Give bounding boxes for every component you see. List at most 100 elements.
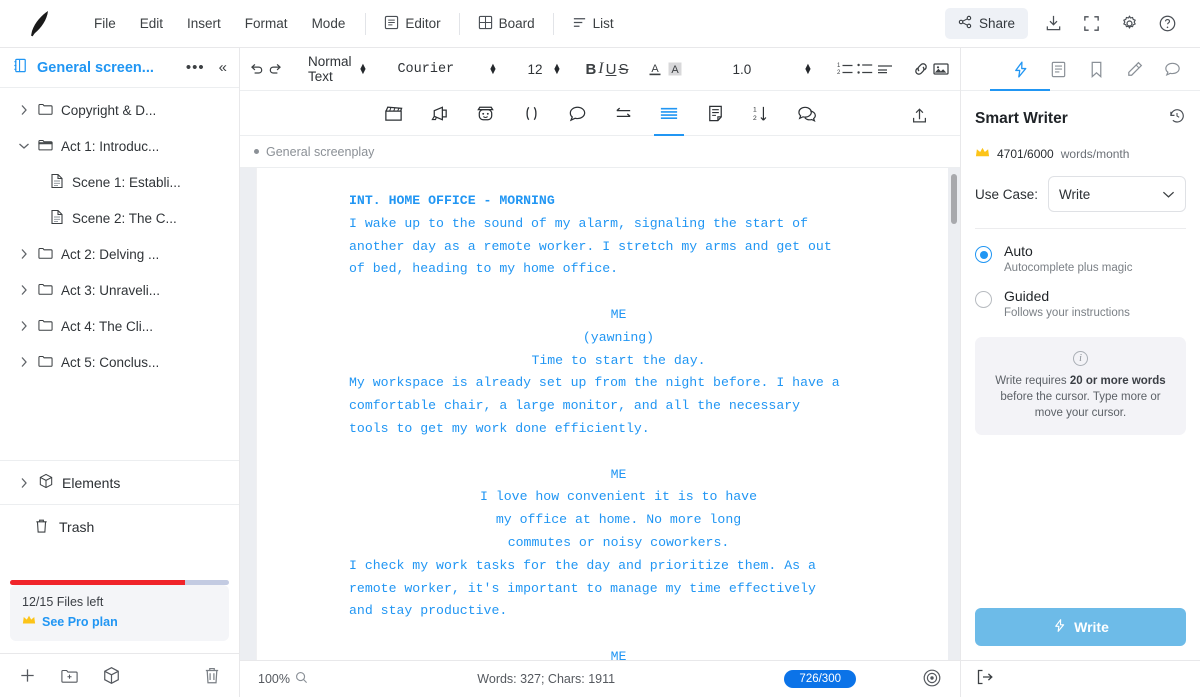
use-case-select[interactable]: Write — [1048, 176, 1186, 212]
mode-option-guided[interactable]: Guided Follows your instructions — [961, 274, 1200, 319]
right-panel-header: Smart Writer — [961, 91, 1200, 140]
sidebar-collapse-icon[interactable]: « — [217, 59, 229, 76]
numbered-list-icon[interactable]: 12 — [836, 54, 854, 84]
target-icon[interactable] — [922, 668, 942, 691]
underline-button[interactable]: U — [606, 54, 617, 84]
script-line: INT. HOME OFFICE - MORNING — [349, 190, 888, 213]
mode-option-auto[interactable]: Auto Autocomplete plus magic — [961, 229, 1200, 274]
add-file-icon[interactable] — [14, 663, 40, 689]
tree-item-act3[interactable]: Act 3: Unraveli... — [0, 272, 239, 308]
menu-insert[interactable]: Insert — [175, 10, 233, 37]
upload-icon[interactable] — [902, 98, 936, 132]
chevron-right-icon[interactable] — [18, 356, 30, 368]
parenthetical-icon[interactable] — [514, 96, 548, 130]
chevron-down-icon[interactable] — [18, 142, 30, 150]
script-line: My workspace is already set up from the … — [349, 372, 888, 395]
menu-edit[interactable]: Edit — [128, 10, 175, 37]
radio-auto[interactable] — [975, 246, 992, 263]
writing-goal-badge[interactable]: 726/300 — [784, 670, 856, 688]
transition-icon[interactable] — [606, 96, 640, 130]
script-line: my office at home. No more long — [349, 509, 888, 532]
comment-icon[interactable] — [790, 96, 824, 130]
tree-item-scene2[interactable]: Scene 2: The C... — [0, 200, 239, 236]
tree-item-act5[interactable]: Act 5: Conclus... — [0, 344, 239, 380]
smart-writer-tab[interactable] — [1004, 52, 1036, 86]
sidebar-item-trash[interactable]: Trash — [0, 505, 239, 549]
download-icon[interactable] — [1034, 7, 1072, 41]
tree-item-copyright[interactable]: Copyright & D... — [0, 92, 239, 128]
tree-label: Scene 1: Establi... — [72, 175, 181, 190]
cube-icon — [38, 473, 54, 492]
page-note-icon[interactable] — [698, 96, 732, 130]
see-pro-plan-link[interactable]: See Pro plan — [22, 614, 217, 629]
radio-guided[interactable] — [975, 291, 992, 308]
exit-icon[interactable] — [975, 667, 995, 692]
image-icon[interactable] — [932, 54, 950, 84]
highlight-icon[interactable]: A — [666, 54, 684, 84]
divider — [459, 13, 460, 35]
document-page[interactable]: INT. HOME OFFICE - MORNING I wake up to … — [256, 168, 948, 660]
chevron-right-icon[interactable] — [18, 248, 30, 260]
outline-tab[interactable] — [1042, 52, 1074, 86]
mode-auto-subtitle: Autocomplete plus magic — [1004, 262, 1132, 274]
chevron-right-icon[interactable] — [18, 477, 30, 489]
align-left-icon[interactable] — [876, 54, 894, 84]
add-folder-icon[interactable] — [56, 663, 82, 689]
chevron-right-icon[interactable] — [18, 284, 30, 296]
character-icon[interactable] — [468, 96, 502, 130]
dialogue-icon[interactable] — [560, 96, 594, 130]
font-family-select[interactable]: Courier ▲▼ — [391, 58, 503, 81]
chevron-right-icon[interactable] — [18, 320, 30, 332]
quill-logo[interactable] — [20, 7, 60, 41]
zoom-control[interactable]: 100% — [258, 671, 308, 687]
gear-icon[interactable] — [1110, 7, 1148, 41]
link-icon[interactable] — [912, 54, 930, 84]
notes-tab[interactable] — [1118, 52, 1150, 86]
mode-list-button[interactable]: List — [562, 10, 624, 38]
svg-text:1: 1 — [752, 106, 756, 113]
bookmarks-tab[interactable] — [1080, 52, 1112, 86]
general-text-icon[interactable] — [652, 96, 686, 130]
mode-list-label: List — [593, 16, 614, 31]
delete-icon[interactable] — [199, 663, 225, 689]
bullet-list-icon[interactable] — [856, 54, 874, 84]
tree-item-scene1[interactable]: Scene 1: Establi... — [0, 164, 239, 200]
sort-numeric-icon[interactable]: 12 — [744, 96, 778, 130]
redo-icon[interactable] — [267, 54, 284, 84]
scene-heading-icon[interactable] — [376, 96, 410, 130]
share-button[interactable]: Share — [945, 8, 1028, 39]
action-megaphone-icon[interactable] — [422, 96, 456, 130]
add-element-icon[interactable] — [98, 663, 124, 689]
document-tab-label[interactable]: General screenplay — [266, 145, 374, 159]
italic-button[interactable]: I — [598, 54, 603, 84]
chevron-right-icon[interactable] — [18, 104, 30, 116]
sidebar-item-elements[interactable]: Elements — [0, 460, 239, 505]
undo-icon[interactable] — [248, 54, 265, 84]
comments-tab[interactable] — [1156, 52, 1188, 86]
font-size-select[interactable]: 12 ▲▼ — [521, 58, 567, 81]
tree-item-act1[interactable]: Act 1: Introduc... — [0, 128, 239, 164]
scrollbar-thumb[interactable] — [951, 174, 957, 224]
help-icon[interactable] — [1148, 7, 1186, 41]
fullscreen-icon[interactable] — [1072, 7, 1110, 41]
tree-label: Copyright & D... — [61, 103, 156, 118]
svg-text:2: 2 — [837, 70, 841, 76]
line-spacing-select[interactable]: 1.0 ▲▼ — [726, 58, 818, 81]
menu-mode[interactable]: Mode — [300, 10, 358, 37]
strikethrough-button[interactable]: S — [618, 54, 628, 84]
menu-format[interactable]: Format — [233, 10, 300, 37]
tree-item-act4[interactable]: Act 4: The Cli... — [0, 308, 239, 344]
history-icon[interactable] — [1168, 107, 1186, 130]
mode-editor-button[interactable]: Editor — [374, 10, 450, 38]
project-title[interactable]: General screen... — [37, 60, 174, 76]
text-color-icon[interactable]: A — [646, 54, 664, 84]
tree-item-act2[interactable]: Act 2: Delving ... — [0, 236, 239, 272]
write-button[interactable]: Write — [975, 608, 1186, 646]
bold-button[interactable]: B — [585, 54, 596, 84]
menu-file[interactable]: File — [82, 10, 128, 37]
sidebar-more-icon[interactable]: ••• — [182, 59, 209, 76]
mode-board-button[interactable]: Board — [468, 10, 545, 38]
paragraph-style-select[interactable]: Normal Text ▲▼ — [302, 50, 373, 88]
document-scrollbar[interactable] — [948, 168, 960, 660]
script-line: ME — [349, 464, 888, 487]
